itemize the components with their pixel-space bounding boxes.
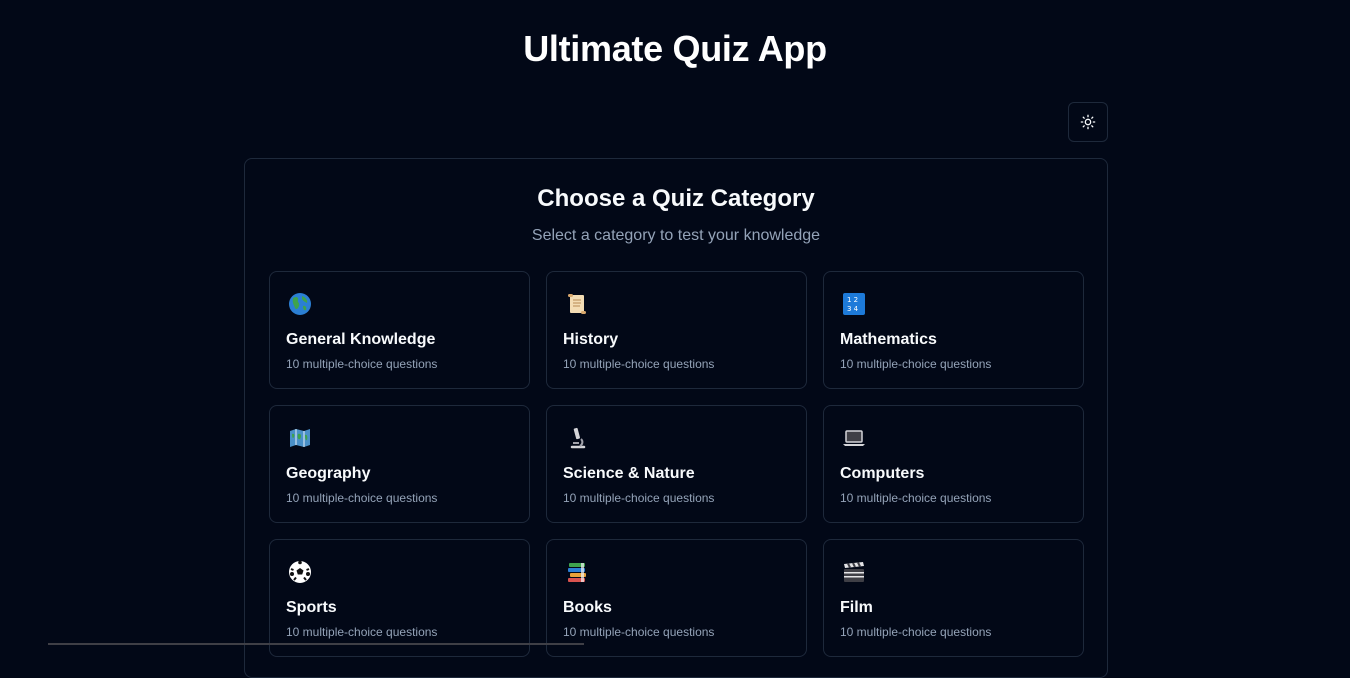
books-icon <box>563 558 591 586</box>
category-name: Sports <box>286 599 337 616</box>
numbers-icon: 1 2 3 4 <box>840 290 868 318</box>
category-name: Science & Nature <box>563 465 695 482</box>
soccer-ball-icon <box>286 558 314 586</box>
category-name: General Knowledge <box>286 331 436 348</box>
clapperboard-icon <box>840 558 868 586</box>
theme-toggle-button[interactable] <box>1068 102 1108 142</box>
globe-icon <box>286 290 314 318</box>
category-name: Mathematics <box>840 331 937 348</box>
category-card-mathematics[interactable]: 1 2 3 4 Mathematics 10 multiple-choice q… <box>823 271 1084 389</box>
category-name: History <box>563 331 619 348</box>
category-card-sports[interactable]: Sports 10 multiple-choice questions <box>269 539 530 657</box>
category-description: 10 multiple-choice questions <box>286 625 438 639</box>
category-card-computers[interactable]: Computers 10 multiple-choice questions <box>823 405 1084 523</box>
category-grid: General Knowledge 10 multiple-choice que… <box>269 271 1084 657</box>
category-description: 10 multiple-choice questions <box>286 491 438 505</box>
scroll-icon <box>563 290 591 318</box>
microscope-icon <box>563 424 591 452</box>
svg-text:3 4: 3 4 <box>847 305 859 313</box>
selector-title: Choose a Quiz Category <box>537 185 815 212</box>
category-description: 10 multiple-choice questions <box>840 625 992 639</box>
category-description: 10 multiple-choice questions <box>286 357 438 371</box>
category-name: Geography <box>286 465 371 482</box>
category-card-science-nature[interactable]: Science & Nature 10 multiple-choice ques… <box>546 405 807 523</box>
category-description: 10 multiple-choice questions <box>840 491 992 505</box>
category-name: Computers <box>840 465 925 482</box>
app-title: Ultimate Quiz App <box>523 28 827 69</box>
sun-icon <box>1080 114 1096 130</box>
category-selector-card: Choose a Quiz Category Select a category… <box>244 158 1108 678</box>
category-description: 10 multiple-choice questions <box>563 625 715 639</box>
category-card-history[interactable]: History 10 multiple-choice questions <box>546 271 807 389</box>
category-name: Books <box>563 599 612 616</box>
category-name: Film <box>840 599 873 616</box>
category-description: 10 multiple-choice questions <box>563 491 715 505</box>
category-description: 10 multiple-choice questions <box>840 357 992 371</box>
laptop-icon <box>840 424 868 452</box>
category-card-film[interactable]: Film 10 multiple-choice questions <box>823 539 1084 657</box>
map-icon <box>286 424 314 452</box>
svg-text:1 2: 1 2 <box>847 296 858 304</box>
category-description: 10 multiple-choice questions <box>563 357 715 371</box>
selector-subtitle: Select a category to test your knowledge <box>531 227 821 244</box>
category-card-general-knowledge[interactable]: General Knowledge 10 multiple-choice que… <box>269 271 530 389</box>
category-card-books[interactable]: Books 10 multiple-choice questions <box>546 539 807 657</box>
category-card-geography[interactable]: Geography 10 multiple-choice questions <box>269 405 530 523</box>
